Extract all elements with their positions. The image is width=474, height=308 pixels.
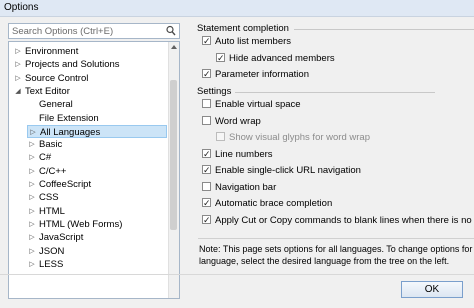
expanded-arrow-icon[interactable]: ◢ <box>13 85 23 98</box>
checked-checkbox[interactable] <box>202 148 211 161</box>
search-placeholder: Search Options (Ctrl+E) <box>12 26 114 37</box>
checked-checkbox[interactable] <box>202 214 211 227</box>
tree-item[interactable]: ▷ Basic <box>27 138 167 151</box>
tree-item[interactable]: ▷ Environment <box>13 45 167 58</box>
tree-item-label: Text Editor <box>25 85 70 97</box>
tree-item[interactable]: ▷ JavaScript <box>27 231 167 244</box>
option-label: Navigation bar <box>215 181 277 193</box>
note-separator <box>198 238 474 239</box>
left-pane: Search Options (Ctrl+E) ▷ Environment ▷ Pro… <box>6 20 182 300</box>
expand-arrow-icon[interactable]: ▷ <box>27 138 37 151</box>
window-title: Options <box>4 2 39 13</box>
expand-arrow-icon[interactable]: ▷ <box>27 231 37 244</box>
tree-item[interactable]: ▷ All Languages <box>27 124 167 139</box>
tree-item[interactable]: General <box>27 98 167 111</box>
tree-item[interactable]: ▷ LESS <box>27 258 167 271</box>
ok-button[interactable]: OK <box>401 281 463 298</box>
tree-item[interactable]: ▷ C/C++ <box>27 165 167 178</box>
tree-item-label: CoffeeScript <box>39 179 92 190</box>
search-input[interactable]: Search Options (Ctrl+E) <box>8 23 180 39</box>
tree-item-label: CSS <box>39 192 59 204</box>
expand-arrow-icon[interactable]: ▷ <box>27 191 37 204</box>
tree-item[interactable]: ▷ Source Control <box>13 72 167 85</box>
note-text: Note: This page sets options for all lan… <box>199 243 474 267</box>
settings-group-title: Settings <box>197 86 435 97</box>
tree-item-label: HTML (Web Forms) <box>39 218 123 230</box>
scroll-up-icon[interactable] <box>169 42 179 52</box>
expand-arrow-icon[interactable]: ▷ <box>27 218 37 231</box>
tree-item[interactable]: File Extension <box>27 112 167 125</box>
tree-scrollbar[interactable] <box>168 42 179 298</box>
tree-item-label: HTML <box>39 205 65 217</box>
divider <box>0 274 474 275</box>
tree-item-label: Environment <box>25 46 79 57</box>
tree-item[interactable]: ▷ JSON <box>27 245 167 258</box>
tree-item[interactable]: ▷ HTML <box>27 205 167 218</box>
option-label: Word wrap <box>215 115 261 127</box>
tree-item[interactable]: ▷ CSS <box>27 191 167 204</box>
note-line-1: Note: This page sets options for all lan… <box>199 244 474 254</box>
tree-item-label: Source Control <box>25 72 89 84</box>
tree-item-label: Basic <box>39 139 63 151</box>
expand-arrow-icon[interactable]: ▷ <box>28 126 38 139</box>
checked-checkbox[interactable] <box>216 52 225 65</box>
options-panel: Statement completion Auto list members Hid… <box>194 20 474 270</box>
tree-item-label: File Extension <box>39 112 99 124</box>
expand-arrow-icon[interactable]: ▷ <box>13 45 23 58</box>
note-line-2: language, select the desired language fr… <box>199 256 450 266</box>
option-label: Enable virtual space <box>215 99 301 110</box>
unchecked-checkbox <box>216 132 225 141</box>
option-label: Auto list members <box>215 36 292 47</box>
checked-checkbox[interactable] <box>202 164 211 177</box>
group-title-text: Settings <box>197 86 232 97</box>
tree-item-label: All Languages <box>40 126 101 138</box>
group-title-text: Statement completion <box>197 23 289 34</box>
search-icon <box>166 25 176 36</box>
tree-item-label: C/C++ <box>39 165 67 177</box>
checked-checkbox[interactable] <box>202 68 211 81</box>
option-label: Show visual glyphs for word wrap <box>229 132 370 143</box>
option-label: Apply Cut or Copy commands to blank line… <box>215 214 474 226</box>
tree-item[interactable]: ▷ Projects and Solutions <box>13 58 167 71</box>
expand-arrow-icon[interactable]: ▷ <box>27 151 37 164</box>
tree-item-label: General <box>39 99 73 111</box>
expand-arrow-icon[interactable]: ▷ <box>27 165 37 178</box>
tree-item-label: C# <box>39 152 52 164</box>
option-label: Line numbers <box>215 148 273 160</box>
tree-item-label: JSON <box>39 245 65 257</box>
tree-item[interactable]: ▷ HTML (Web Forms) <box>27 218 167 231</box>
option-label: Automatic brace completion <box>215 198 333 209</box>
statement-completion-group-title: Statement completion <box>197 23 474 34</box>
expand-arrow-icon[interactable]: ▷ <box>27 178 37 191</box>
option-label: Hide advanced members <box>229 52 335 64</box>
scrollbar-thumb[interactable] <box>170 80 177 230</box>
checked-checkbox[interactable] <box>202 197 211 210</box>
tree-item-label: LESS <box>39 258 64 270</box>
expand-arrow-icon <box>27 112 37 125</box>
option-label: Parameter information <box>215 69 309 80</box>
tree-item-label: Projects and Solutions <box>25 59 120 71</box>
expand-arrow-icon[interactable]: ▷ <box>27 258 37 271</box>
tree-item-label: JavaScript <box>39 232 84 244</box>
unchecked-checkbox[interactable] <box>202 181 211 191</box>
expand-arrow-icon[interactable]: ▷ <box>13 58 23 71</box>
expand-arrow-icon[interactable]: ▷ <box>13 72 23 85</box>
tree-item[interactable]: ▷ C# <box>27 151 167 164</box>
tree-item[interactable]: ▷ CoffeeScript <box>27 178 167 191</box>
title-bar: Options <box>0 0 474 17</box>
group-divider <box>235 92 435 93</box>
options-tree[interactable]: ▷ Environment ▷ Projects and Solutions ▷ Sour… <box>8 41 180 299</box>
option-label: Enable single-click URL navigation <box>215 165 361 176</box>
group-divider <box>294 29 474 30</box>
checked-checkbox[interactable] <box>202 35 211 48</box>
unchecked-checkbox[interactable] <box>202 115 211 125</box>
expand-arrow-icon[interactable]: ▷ <box>27 245 37 258</box>
expand-arrow-icon[interactable]: ▷ <box>27 205 37 218</box>
tree-item[interactable]: ◢ Text Editor <box>13 85 167 98</box>
unchecked-checkbox[interactable] <box>202 99 211 108</box>
expand-arrow-icon <box>27 98 37 111</box>
